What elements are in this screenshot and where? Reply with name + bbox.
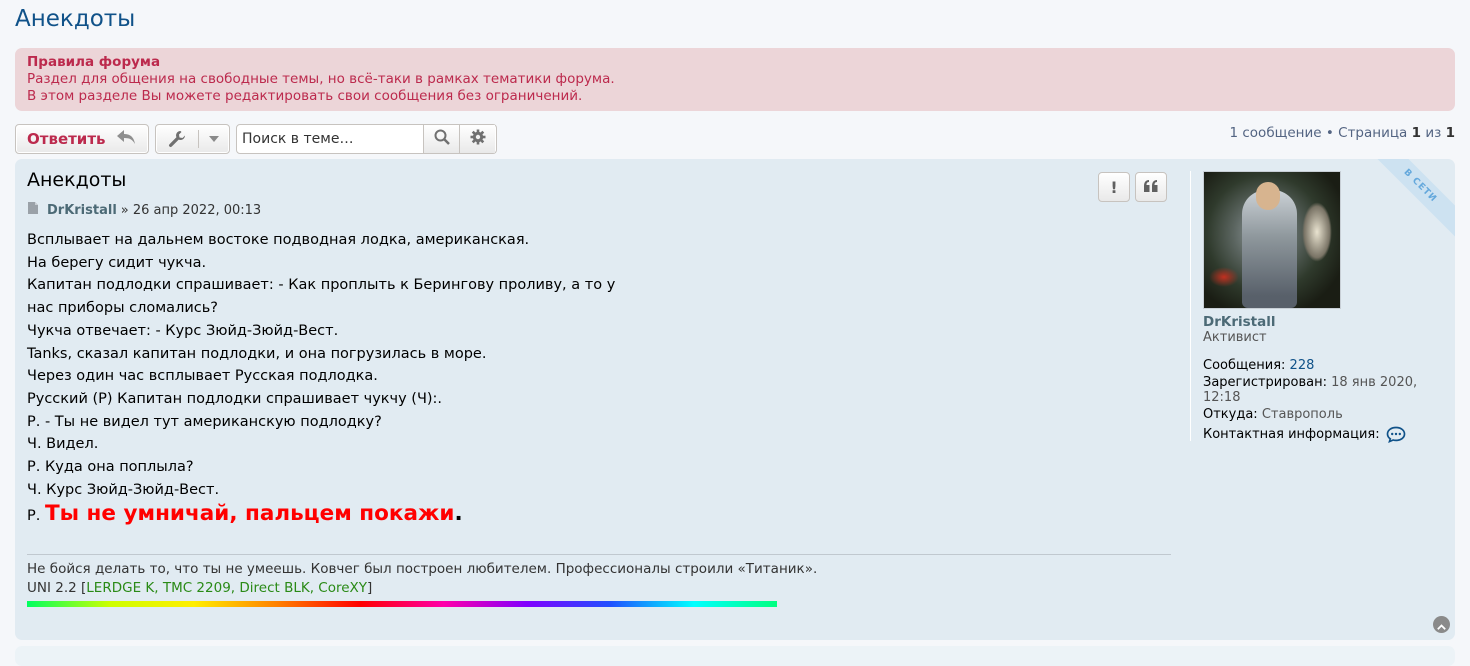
gear-icon [470, 129, 486, 149]
reply-label: Ответить [27, 130, 106, 148]
search-input[interactable] [237, 125, 423, 153]
rules-line-1: Раздел для общения на свободные темы, но… [27, 71, 615, 87]
post-buttons: ! [1098, 172, 1167, 202]
profile-username[interactable]: DrKristall [1203, 314, 1450, 330]
post-file-icon[interactable] [27, 201, 39, 219]
content-line: Чукча отвечает: - Курс Зюйд-Зюйд-Вест. [27, 322, 339, 339]
post-signature: Не бойся делать то, что ты не умеешь. Ко… [27, 554, 1171, 607]
rules-title: Правила форума [27, 54, 161, 70]
exclamation-icon: ! [1110, 177, 1118, 197]
signature-rainbow-bar [27, 601, 777, 607]
content-line: Ч. Курс Зюйд-Зюйд-Вест. [27, 481, 220, 498]
post-title[interactable]: Анекдоты [27, 169, 126, 191]
post-date: » 26 апр 2022, 00:13 [120, 202, 262, 218]
post-profile: DrKristall Активист Сообщения: 228 Зарег… [1190, 171, 1450, 443]
content-punchline: Р. Ты не умничай, пальцем покажи. [27, 501, 463, 527]
action-bar: Ответить 1 сообщение • Страница 1 из [15, 124, 1455, 154]
next-post-edge [15, 646, 1455, 666]
punchline-highlight: Ты не умничай, пальцем покажи [44, 501, 455, 527]
content-line: Р. Куда она поплыла? [27, 459, 194, 476]
quote-icon [1143, 178, 1159, 197]
post-content: Всплывает на дальнем востоке подводная л… [27, 229, 627, 528]
rules-line-2: В этом разделе Вы можете редактировать с… [27, 88, 583, 104]
content-line: Tanks, сказал капитан подлодки, и она по… [27, 345, 487, 362]
profile-rank: Активист [1203, 330, 1267, 345]
chevron-up-icon [1437, 615, 1446, 634]
wrench-icon [156, 130, 200, 148]
profile-from: Откуда: Ставрополь [1203, 406, 1343, 422]
content-line: Капитан подлодки спрашивает: - Как пропл… [27, 277, 616, 294]
signature-printer: UNI 2.2 [LERDGE K, TMC 2209, Direct BLK,… [27, 580, 373, 596]
profile-details: Сообщения: 228 Зарегистрирован: 18 янв 2… [1203, 358, 1450, 443]
current-page: 1 [1411, 125, 1422, 141]
content-line: Ч. Видел. [27, 436, 99, 453]
signature-quote: Не бойся делать то, что ты не умеешь. Ко… [27, 561, 818, 577]
profile-registered: Зарегистрирован: 18 янв 2020, 12:18 [1203, 374, 1418, 406]
profile-posts-link[interactable]: 228 [1290, 358, 1315, 373]
profile-contact: Контактная информация: [1203, 426, 1450, 443]
pagination-info: 1 сообщение • Страница 1 из 1 [1229, 125, 1456, 141]
post-count: 1 сообщение [1229, 125, 1322, 141]
search-button[interactable] [423, 125, 459, 153]
reply-button[interactable]: Ответить [15, 124, 149, 154]
topic-tools-button[interactable] [155, 124, 230, 154]
reply-arrow-icon [116, 129, 136, 149]
content-line: Р. - Ты не видел тут американскую подлод… [27, 413, 382, 430]
total-pages: 1 [1445, 125, 1455, 141]
report-button[interactable]: ! [1098, 172, 1130, 202]
avatar[interactable] [1203, 171, 1341, 309]
topic-search [236, 124, 497, 154]
profile-posts: Сообщения: 228 [1203, 358, 1315, 373]
chevron-down-icon [199, 136, 229, 142]
content-line: На берегу сидит чукча. [27, 254, 207, 271]
contact-chat-icon[interactable] [1386, 426, 1406, 443]
forum-rules-box: Правила форума Раздел для общения на сво… [15, 48, 1455, 111]
page-title[interactable]: Анекдоты [15, 6, 135, 32]
post-meta: DrKristall » 26 апр 2022, 00:13 [27, 201, 261, 219]
content-line: Через один час всплывает Русская подлодк… [27, 368, 378, 385]
quote-button[interactable] [1135, 172, 1167, 202]
back-to-top-button[interactable] [1433, 616, 1450, 633]
content-line: нас приборы сломались? [27, 300, 218, 317]
post: Анекдоты DrKristall » 26 апр 2022, 00:13… [15, 159, 1455, 640]
search-icon [434, 129, 450, 149]
post-author-link[interactable]: DrKristall [47, 203, 117, 218]
content-line: Русский (Р) Капитан подлодки спрашивает … [27, 390, 443, 407]
advanced-search-button[interactable] [459, 125, 495, 153]
content-line: Всплывает на дальнем востоке подводная л… [27, 232, 530, 248]
